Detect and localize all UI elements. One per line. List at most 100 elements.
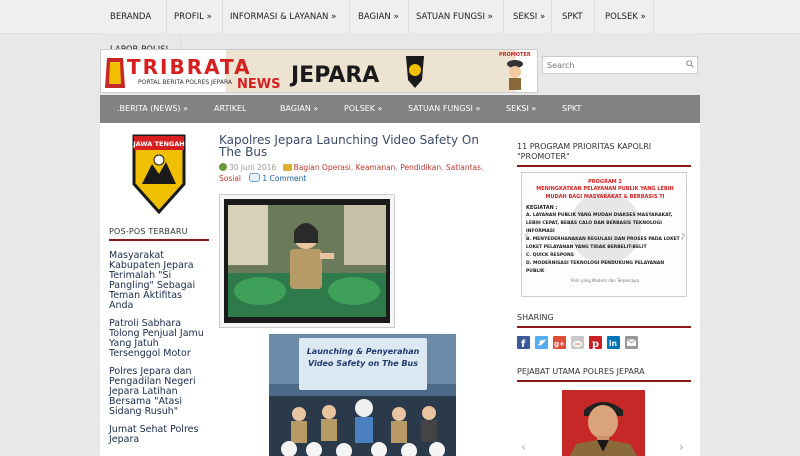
comment-icon <box>249 173 261 182</box>
official-portrait[interactable] <box>562 390 645 456</box>
nav-beranda[interactable]: BERANDA <box>110 12 151 22</box>
top-nav: BERANDA PROFIL » INFORMASI & LAYANAN » B… <box>0 0 800 34</box>
mainnav-satuan-fungsi[interactable]: SATUAN FUNGSI » <box>408 104 480 113</box>
svg-text:g+: g+ <box>554 340 565 348</box>
video-screen <box>224 199 390 323</box>
recent-post-link[interactable]: Jumat Sehat Polres Jepara <box>109 425 209 445</box>
chevron-right-icon: » <box>475 104 481 113</box>
comments-link[interactable]: 1 Comment <box>262 174 306 183</box>
slide-line: A. LAYANAN PUBLIK YANG MUDAH DIAKSES MAS… <box>526 213 673 234</box>
event-photo-image: Launching & Penyerahan Video Safety on T… <box>269 334 456 456</box>
mainnav-polsek-label: POLSEK <box>344 104 375 113</box>
banner-promoter-tag: PROMOTER <box>499 52 531 58</box>
official-portrait-image <box>562 390 645 456</box>
chevron-right-icon: » <box>393 12 399 22</box>
recent-post-link[interactable]: Patroli Sabhara Tolong Penjual Jamu Yang… <box>109 319 209 359</box>
right-sidebar: 11 PROGRAM PRIORITAS KAPOLRI "PROMOTER" <box>517 134 691 167</box>
official-prev-arrow-icon[interactable]: ‹ <box>521 440 526 454</box>
slide-prev-arrow-icon[interactable]: ‹ <box>524 228 529 242</box>
email-icon[interactable] <box>625 336 638 349</box>
mainnav-seksi-label: SEKSI <box>506 104 529 113</box>
slide-footer: Polri yang Modern dan Terpercaya <box>571 278 639 283</box>
mainnav-polsek[interactable]: POLSEK » <box>344 104 382 113</box>
nav-polsek[interactable]: POLSEK » <box>605 12 646 22</box>
search-icon[interactable] <box>686 60 694 68</box>
official-next-arrow-icon[interactable]: › <box>679 440 684 454</box>
mainnav-seksi[interactable]: SEKSI » <box>506 104 536 113</box>
category-link[interactable]: Sosial <box>219 174 241 183</box>
article-title[interactable]: Kapolres Jepara Launching Video Safety O… <box>219 134 504 158</box>
nav-divider <box>408 0 409 33</box>
category-link[interactable]: Keamanan <box>356 163 396 172</box>
nav-informasi-label: INFORMASI & LAYANAN <box>230 12 329 22</box>
article-date: 30 Juni 2016 <box>229 163 277 172</box>
google-plus-icon[interactable]: g+ <box>553 336 566 349</box>
nav-bagian-label: BAGIAN <box>358 12 391 22</box>
folder-icon <box>282 164 292 171</box>
slide-next-arrow-icon[interactable]: › <box>681 228 686 242</box>
nav-divider <box>222 0 223 33</box>
nav-divider <box>551 0 552 33</box>
chevron-right-icon: » <box>313 104 319 113</box>
program-slide-image: PROGRAM 2 MENINGKATKAN PELAYANAN PUBLIK … <box>522 173 686 296</box>
category-link[interactable]: Pendidikan <box>400 163 441 172</box>
chevron-right-icon: » <box>331 12 337 22</box>
program-slideshow[interactable]: PROGRAM 2 MENINGKATKAN PELAYANAN PUBLIK … <box>521 172 687 297</box>
nav-divider <box>180 33 181 49</box>
mainnav-berita[interactable]: .BERITA (NEWS) » <box>117 104 188 113</box>
mainnav-spkt[interactable]: SPKT <box>562 104 581 113</box>
banner-tribrata: TRIBRATA <box>127 55 252 79</box>
chevron-right-icon: » <box>531 104 537 113</box>
article: Kapolres Jepara Launching Video Safety O… <box>219 134 504 184</box>
recent-post-link[interactable]: Masyarakat Kabupaten Jepara Terimalah "S… <box>109 251 209 311</box>
category-link[interactable]: Bagian Operasi <box>294 163 351 172</box>
chevron-right-icon: » <box>487 12 493 22</box>
recent-posts-title: POS-POS TERBARU <box>109 227 209 241</box>
nav-satuan-label: SATUAN FUNGSI <box>416 12 485 22</box>
linkedin-icon[interactable]: in <box>607 336 620 349</box>
slide-heading2: MENINGKATKAN PELAYANAN PUBLIK YANG LEBIH… <box>536 186 674 200</box>
nav-satuan-fungsi[interactable]: SATUAN FUNGSI » <box>416 12 493 22</box>
nav-bagian[interactable]: BAGIAN » <box>358 12 399 22</box>
banner-art: TRIBRATA NEWS JEPARA PORTAL BERITA POLRE… <box>101 50 537 92</box>
mainnav-bagian[interactable]: BAGIAN » <box>280 104 318 113</box>
nav-spkt[interactable]: SPKT <box>562 12 583 22</box>
svg-text:in: in <box>609 339 617 348</box>
search-input[interactable] <box>543 57 687 73</box>
nav-divider <box>503 0 504 33</box>
mainnav-artikel[interactable]: ARTIKEL <box>214 104 246 113</box>
recent-posts-widget: POS-POS TERBARU Masyarakat Kabupaten Jep… <box>109 227 209 445</box>
mainnav-bagian-label: BAGIAN <box>280 104 311 113</box>
officials-title: PEJABAT UTAMA POLRES JEPARA <box>517 367 691 382</box>
sharing-title: SHARING <box>517 313 691 328</box>
photo-banner-line2: Video Safety on The Bus <box>308 359 418 368</box>
slide-line: B. MENYEDERHANAKAN REGULASI DAN PROSES P… <box>526 237 684 250</box>
nav-seksi[interactable]: SEKSI » <box>513 12 545 22</box>
slide-text: MENINGKATKAN PELAYANAN PUBLIK YANG LEBIH… <box>526 185 684 285</box>
twitter-icon[interactable] <box>535 336 548 349</box>
category-link[interactable]: Satlantas <box>446 163 481 172</box>
main-nav: .BERITA (NEWS) » ARTIKEL BAGIAN » POLSEK… <box>100 95 700 123</box>
jawa-tengah-badge[interactable]: JAWA TENGAH <box>130 134 188 214</box>
recent-post-link[interactable]: Polres Jepara dan Pengadilan Negeri Jepa… <box>109 367 209 417</box>
article-photo[interactable]: Launching & Penyerahan Video Safety on T… <box>269 334 456 456</box>
chevron-right-icon: » <box>206 12 212 22</box>
sharing-widget: SHARING <box>517 313 691 328</box>
chevron-right-icon: » <box>377 104 383 113</box>
pinterest-icon[interactable]: p <box>589 336 602 350</box>
video-still-image <box>224 199 390 323</box>
reddit-icon[interactable] <box>571 336 584 349</box>
nav-informasi-layanan[interactable]: INFORMASI & LAYANAN » <box>230 12 336 22</box>
site-banner[interactable]: TRIBRATA NEWS JEPARA PORTAL BERITA POLRE… <box>100 49 538 93</box>
facebook-icon[interactable]: f <box>517 336 530 350</box>
video-thumbnail[interactable] <box>219 194 395 328</box>
article-meta: 30 Juni 2016 Bagian Operasi, Keamanan, P… <box>219 163 484 183</box>
officials-widget: PEJABAT UTAMA POLRES JEPARA <box>517 367 691 382</box>
nav-polsek-label: POLSEK <box>605 12 638 22</box>
search-box[interactable] <box>542 56 698 74</box>
mainnav-satuan-label: SATUAN FUNGSI <box>408 104 473 113</box>
nav-profil-label: PROFIL <box>174 12 204 22</box>
chevron-right-icon: » <box>640 12 646 22</box>
banner-subtitle: PORTAL BERITA POLRES JEPARA <box>138 79 233 86</box>
nav-profil[interactable]: PROFIL » <box>174 12 212 22</box>
